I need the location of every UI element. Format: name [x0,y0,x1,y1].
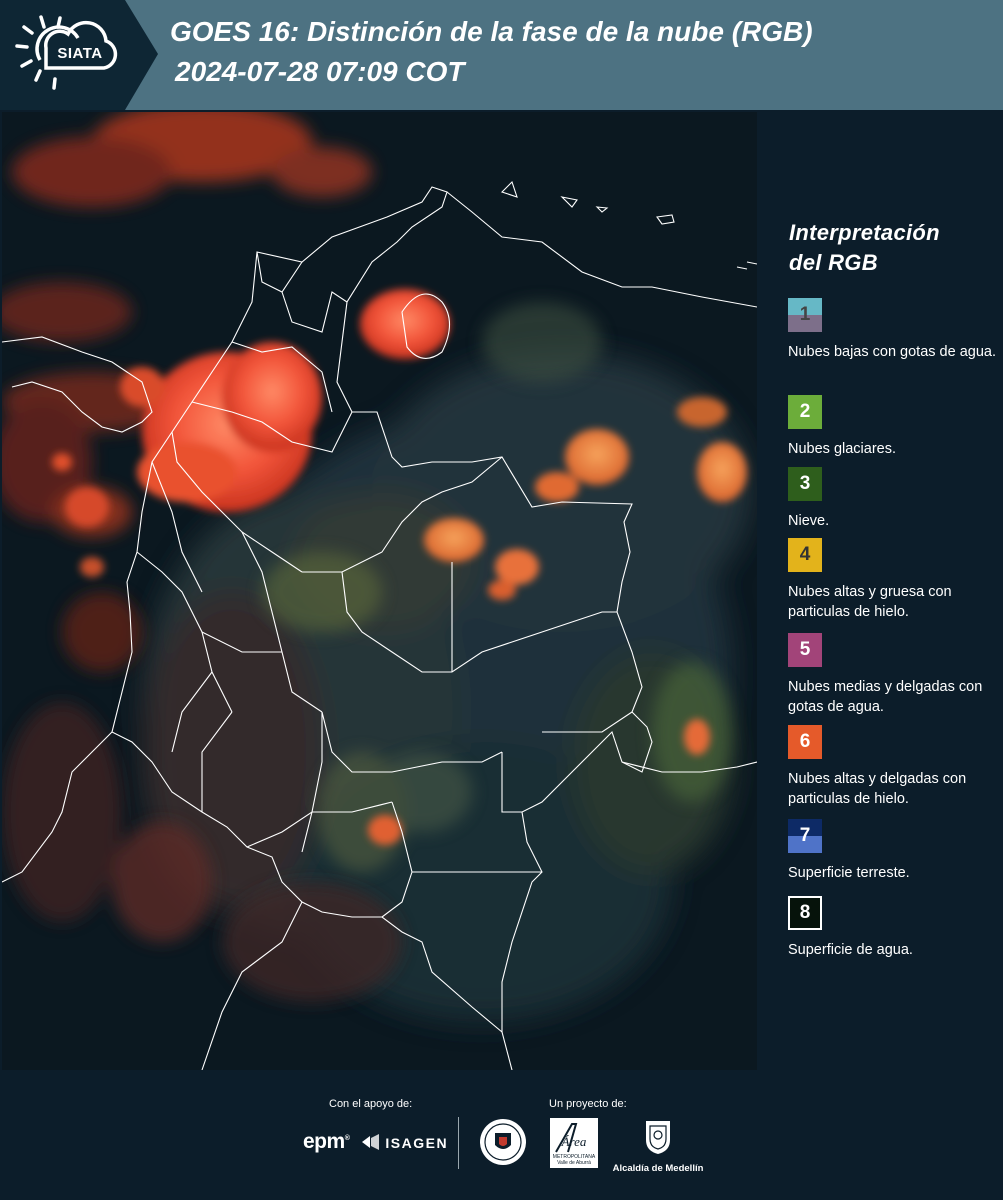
legend-label-4: Nubes altas y gruesa con particulas de h… [788,584,952,620]
isagen-logo-text: ISAGEN [385,1135,449,1151]
support-label: Con el apoyo de: [329,1098,413,1110]
alcaldia-name: Alcaldía de Medellín [612,1163,704,1174]
legend-title: Interpretación del RGB [789,218,989,278]
legend-swatch-7: 7 [788,819,822,853]
alcaldia-shield-icon [646,1121,670,1154]
legend-swatch-4: 4 [788,538,822,572]
legend-swatch-8: 8 [788,896,822,930]
header: SIATA GOES 16: Distinción de la fase de … [0,0,1003,110]
area-metropolitana-logo: Área METROPOLITANA Valle de Aburrá [550,1118,598,1173]
legend-swatch-3: 3 [788,467,822,501]
legend-swatch-2: 2 [788,395,822,429]
isagen-logo: ISAGEN [362,1134,448,1151]
legend-swatch-6: 6 [788,725,822,759]
epm-logo-text: epm [303,1130,345,1153]
page-title: GOES 16: Distinción de la fase de la nub… [170,16,813,47]
area-logo-sub2: Valle de Aburrá [557,1160,591,1166]
project-label: Un proyecto de: [549,1098,627,1110]
footer-divider [458,1117,459,1169]
legend-label-8: Superficie de agua. [788,942,913,958]
seal-icon [480,1119,526,1165]
legend-title-line1: Interpretación [789,220,940,245]
logo-text: SIATA [57,45,103,62]
area-logo-text: Área [561,1134,587,1149]
legend-label-6: Nubes altas y delgadas con particulas de… [788,771,967,807]
siata-logo: SIATA [0,0,160,110]
satellite-map [2,112,757,1070]
legend-swatch-5: 5 [788,633,822,667]
satellite-image [2,112,757,1070]
legend-panel: Interpretación del RGB 1 Nubes bajas con… [760,110,1003,1070]
legend-label-2: Nubes glaciares. [788,441,896,457]
legend-label-3: Nieve. [788,513,830,529]
legend-title-line2: del RGB [789,250,878,275]
page-timestamp: 2024-07-28 07:09 COT [175,56,465,87]
legend-label-7: Superficie terreste. [788,865,910,881]
alcaldia-logo: Alcaldía de Medellín [610,1118,706,1174]
legend-label-1: Nubes bajas con gotas de agua. [788,344,996,360]
epm-logo: epm® [303,1130,350,1153]
legend-label-5: Nubes medias y delgadas con gotas de agu… [788,679,983,715]
footer: Con el apoyo de: Un proyecto de: epm® IS… [0,1070,1003,1200]
area-metropolitana-mark: Área METROPOLITANA Valle de Aburrá [550,1118,598,1168]
isagen-mark-icon [362,1134,379,1150]
legend-swatch-1: 1 [788,298,822,332]
